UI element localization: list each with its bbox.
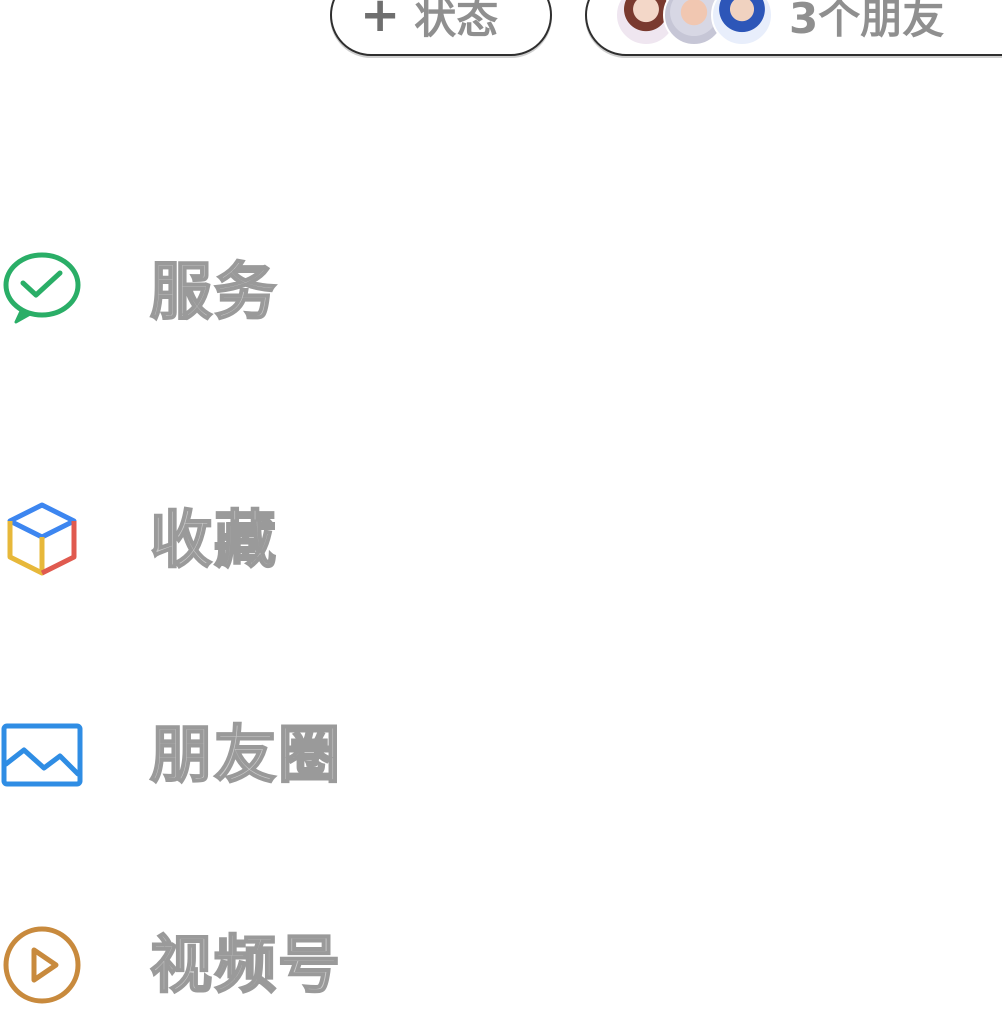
favorites-cube-icon — [0, 497, 86, 583]
friends-label: 3个朋友 — [789, 0, 945, 43]
menu-item-services[interactable]: 服务 — [0, 232, 1002, 352]
menu-item-moments[interactable]: 朋友圈 — [0, 695, 1002, 815]
wechat-pay-check-icon — [0, 249, 86, 335]
friends-button[interactable]: 3个朋友 — [585, 0, 1002, 56]
menu-item-favorites[interactable]: 收藏 — [0, 480, 1002, 600]
menu-item-channels[interactable]: 视频号 — [0, 905, 1002, 1025]
status-label: 状态 — [414, 0, 499, 43]
avatar — [711, 0, 773, 46]
friend-avatars — [615, 0, 773, 46]
moments-photo-icon — [0, 712, 86, 798]
menu-label-channels: 视频号 — [149, 928, 343, 1001]
menu-label-favorites: 收藏 — [149, 503, 279, 576]
menu-label-services: 服务 — [149, 255, 279, 328]
status-button[interactable]: + 状态 — [330, 0, 552, 56]
menu-label-moments: 朋友圈 — [149, 718, 343, 791]
channels-play-icon — [0, 922, 86, 1008]
plus-icon: + — [360, 0, 401, 43]
